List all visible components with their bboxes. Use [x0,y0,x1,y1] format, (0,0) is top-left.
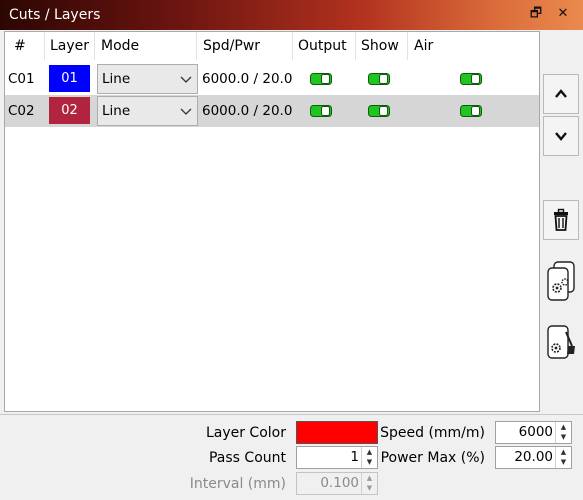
col-header-layer[interactable]: Layer [50,32,89,60]
spin-down-icon: ▼ [366,484,373,492]
power-max-value: 20.00 [514,449,553,465]
float-window-icon[interactable]: 🗗 [529,6,543,22]
col-header-output[interactable]: Output [298,32,347,60]
pass-count-value: 1 [350,449,359,465]
table-row[interactable]: C01 01 Line 6000.0 / 20.0 [5,63,539,95]
interval-value: 0.100 [320,475,359,491]
row-number: C02 [8,103,35,119]
layer-badge[interactable]: 01 [49,65,90,92]
spin-down-icon[interactable]: ▼ [362,457,377,467]
close-icon[interactable]: ✕ [556,6,570,22]
mode-select[interactable]: Line [97,64,198,94]
interval-spinbox: 0.100 ▲ ▼ [296,472,378,495]
row-number: C01 [8,71,35,87]
apply-settings-button[interactable] [543,320,579,366]
layer-badge[interactable]: 02 [49,97,90,124]
pass-count-label: Pass Count [208,450,286,466]
spin-down-icon[interactable]: ▼ [556,457,571,467]
mode-select[interactable]: Line [97,96,198,126]
move-up-button[interactable] [543,74,579,114]
trash-icon [554,208,568,231]
chevron-down-icon [180,108,192,115]
speed-spinbox[interactable]: 6000 ▲ ▼ [495,421,572,444]
layer-settings-panel: Layer Color Pass Count 1 ▲ ▼ Interval (m… [0,414,583,500]
spin-up-icon[interactable]: ▲ [362,447,377,457]
speed-power-value: 6000.0 / 20.0 [202,103,293,119]
spin-up-icon[interactable]: ▲ [556,447,571,457]
speed-value: 6000 [518,424,553,440]
air-toggle-icon[interactable] [460,73,482,85]
copy-settings-icon [547,261,575,301]
chevron-down-icon [555,132,567,141]
delete-layer-button[interactable] [543,200,579,240]
show-toggle-icon[interactable] [368,73,390,85]
col-header-spd-pwr[interactable]: Spd/Pwr [203,32,260,60]
layer-color-swatch[interactable] [296,421,378,444]
spin-down-icon[interactable]: ▼ [556,432,571,442]
copy-settings-button[interactable] [543,258,579,306]
spin-up-icon: ▲ [366,474,373,482]
chevron-down-icon [180,76,192,83]
power-max-spinbox[interactable]: 20.00 ▲ ▼ [495,446,572,469]
layers-table: # Layer Mode Spd/Pwr Output Show Air C01… [4,31,540,412]
table-row[interactable]: C02 02 Line 6000.0 / 20.0 [5,95,539,127]
air-toggle-icon[interactable] [460,105,482,117]
mode-select-value: Line [102,71,131,87]
window-title: Cuts / Layers [9,7,101,23]
speed-power-value: 6000.0 / 20.0 [202,71,293,87]
interval-label: Interval (mm) [189,476,286,492]
output-toggle-icon[interactable] [310,73,332,85]
show-toggle-icon[interactable] [368,105,390,117]
col-header-mode[interactable]: Mode [101,32,139,60]
mode-select-value: Line [102,103,131,119]
move-down-button[interactable] [543,116,579,156]
col-header-num[interactable]: # [14,32,26,60]
window-titlebar: Cuts / Layers 🗗 ✕ [0,0,583,30]
col-header-show[interactable]: Show [361,32,399,60]
chevron-up-icon [555,89,567,98]
pass-count-spinbox[interactable]: 1 ▲ ▼ [296,446,378,469]
apply-settings-icon [547,325,575,359]
power-max-label: Power Max (%) [380,450,485,466]
speed-label: Speed (mm/m) [380,425,485,441]
spin-up-icon[interactable]: ▲ [556,422,571,432]
output-toggle-icon[interactable] [310,105,332,117]
col-header-air[interactable]: Air [414,32,433,60]
layer-color-label: Layer Color [205,425,286,441]
